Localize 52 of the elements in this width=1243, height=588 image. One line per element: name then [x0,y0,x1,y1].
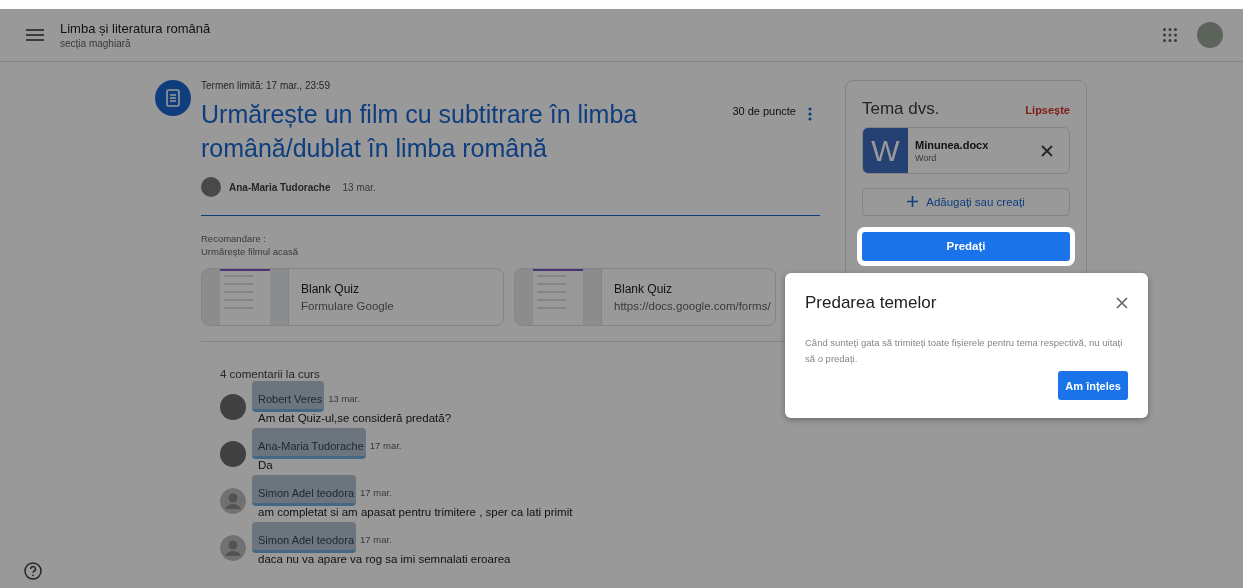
comment-date: 17 mar. [369,439,402,451]
file-name: Minunea.docx [915,138,990,151]
deadline: Termen limită: 17 mar., 23:59 [201,80,331,91]
help-icon[interactable] [24,562,42,580]
comment-date: 17 mar. [360,533,392,545]
assignment-title: Urmărește un film cu subtitrare în limba română/dublat în limba română [201,99,639,164]
more-options-icon[interactable] [808,107,812,121]
attachment-card[interactable]: Blank Quiz https://docs.google.com/forms/ [514,268,776,326]
author-name: Ana-Maria Tudorache [229,181,331,193]
close-icon[interactable] [1116,297,1128,309]
file-chip[interactable]: W Minunea.docx Word [862,127,1070,175]
dialog-title: Predarea temelor [805,293,937,313]
got-it-button[interactable]: Am înțeles [1058,371,1128,400]
comment-text: Am dat Quiz-ul,se consideră predată? [258,412,452,424]
add-or-create-button[interactable]: Adăugați sau creați [862,188,1070,216]
default-avatar-icon [220,487,246,514]
course-title[interactable]: Limba și literatura română [60,21,211,36]
comment-date: 13 mar. [328,392,360,404]
plus-icon [907,196,919,208]
attachment-title: Blank Quiz [301,282,361,296]
file-type: Word [915,152,938,163]
dialog-text: Când sunteți gata să trimiteți toate fișierele pentru tema respectivă, nu uitați să o predați. [805,336,1124,366]
post-date: 13 mar. [342,181,376,193]
comment-date: 17 mar. [360,486,392,498]
author-avatar [201,177,221,197]
comment-text: daca nu va apare va rog sa imi semnalati eroarea [258,553,511,565]
course-subtitle: secția maghiară [60,38,132,49]
account-avatar[interactable] [1197,22,1223,48]
comment-text: Da [258,459,274,471]
comments-heading: 4 comentarii la curs [220,368,321,380]
assignment-icon [155,80,191,116]
commenter-name: Robert Veres [258,393,323,405]
attachment-title: Blank Quiz [614,282,674,296]
attachment-subtitle: Formulare Google [301,300,394,312]
file-type-tile: W [863,128,908,174]
apps-grid-icon[interactable] [1163,28,1177,42]
comment-text: am completat si am apasat pentru trimitere , sper ca lati primit [258,506,573,518]
commenter-name: Simon Adel teodora [258,534,354,546]
status-label: Lipsește [1025,104,1070,116]
attachment-subtitle: https://docs.google.com/forms/ [614,300,771,312]
close-icon[interactable] [1041,144,1053,157]
commenter-name: Simon Adel teodora [258,487,354,499]
user-avatar [220,393,246,420]
default-avatar-icon [220,534,246,561]
instruction-text: Urmărește filmul acasă [201,245,300,258]
card-title: Tema dvs. [862,99,940,119]
attachment-card[interactable]: Blank Quiz Formulare Google [201,268,504,326]
points: 30 de puncte [732,105,796,117]
commenter-name: Ana-Maria Tudorache [258,440,364,452]
menu-icon[interactable] [26,29,44,41]
user-avatar [220,440,246,467]
instruction-text: Recomandare : [201,232,267,245]
